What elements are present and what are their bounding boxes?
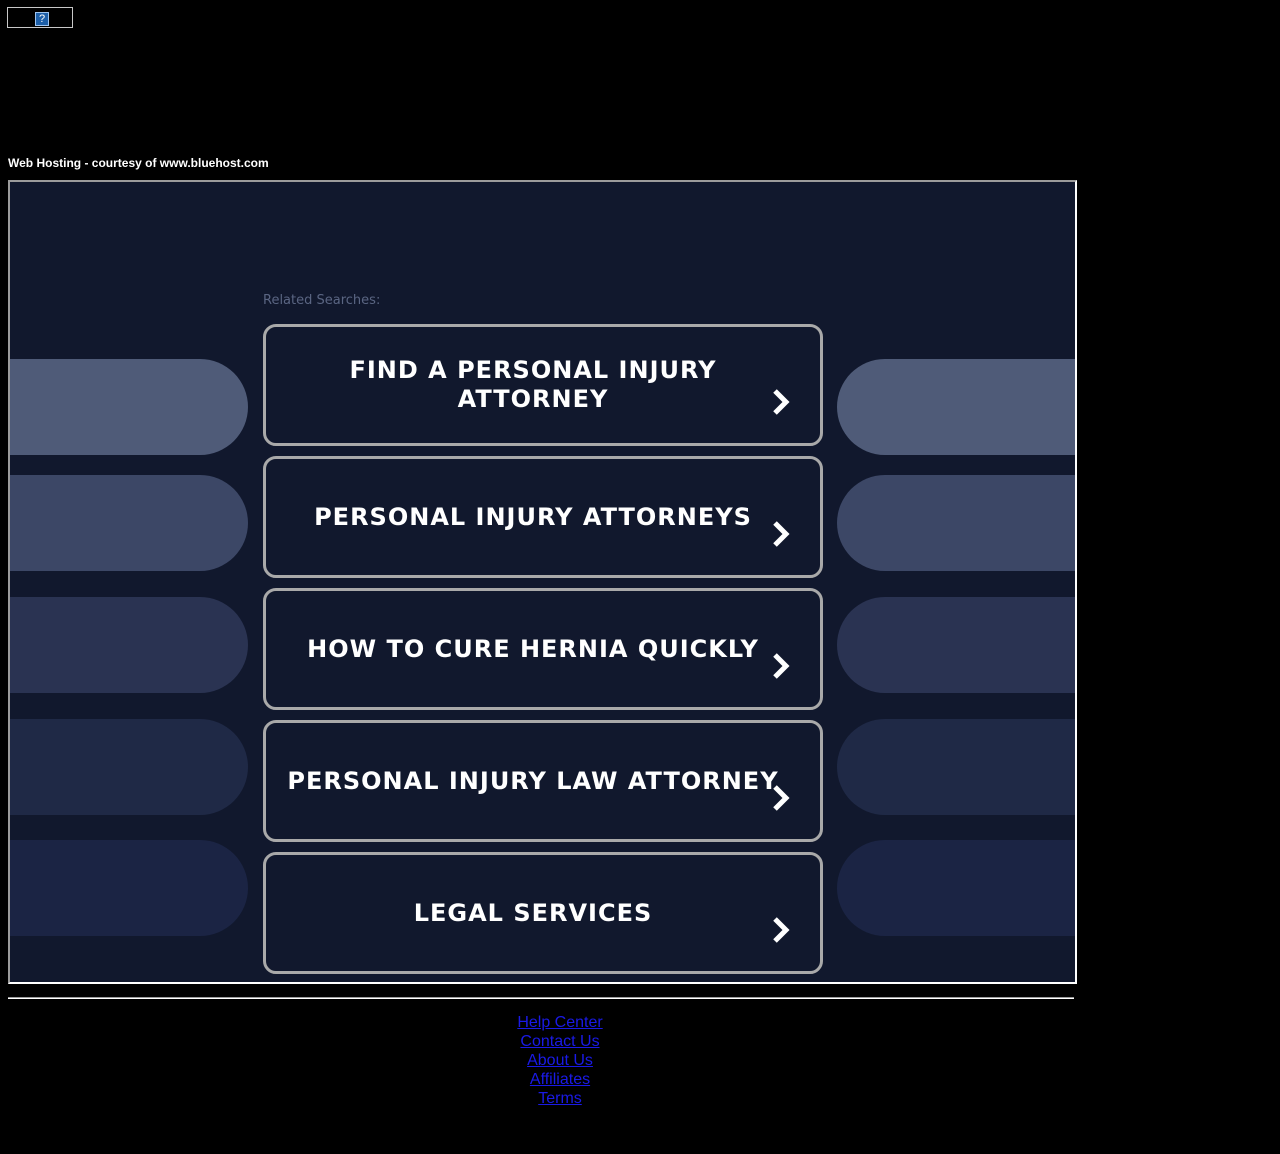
related-search-text: LEGAL SERVICES — [413, 898, 653, 927]
decor-pill-left-5 — [10, 840, 248, 936]
affiliates-link[interactable]: Affiliates — [460, 1070, 660, 1089]
decor-pill-left-1 — [10, 359, 248, 455]
chevron-right-icon — [773, 917, 790, 943]
related-search-link[interactable]: FIND A PERSONAL INJURY ATTORNEY — [263, 324, 823, 446]
related-search-link[interactable]: HOW TO CURE HERNIA QUICKLY — [263, 588, 823, 710]
related-search-text: PERSONAL INJURY LAW ATTORNEY — [287, 766, 779, 795]
about-us-link[interactable]: About Us — [460, 1051, 660, 1070]
terms-link[interactable]: Terms — [460, 1089, 660, 1108]
related-search-link[interactable]: PERSONAL INJURY ATTORNEYS — [263, 456, 823, 578]
related-search-text: FIND A PERSONAL INJURY ATTORNEY — [349, 356, 717, 413]
chevron-right-icon — [773, 785, 790, 811]
decor-pill-left-3 — [10, 597, 248, 693]
footer-links: Help Center Contact Us About Us Affiliat… — [460, 1013, 660, 1108]
decor-pill-right-1 — [837, 359, 1075, 455]
chevron-right-icon — [773, 653, 790, 679]
contact-us-link[interactable]: Contact Us — [460, 1032, 660, 1051]
divider — [8, 997, 1074, 999]
decor-pill-left-2 — [10, 475, 248, 571]
related-search-link[interactable]: PERSONAL INJURY LAW ATTORNEY — [263, 720, 823, 842]
parked-domain-frame: Related Searches: FIND A PERSONAL INJURY… — [8, 180, 1077, 984]
decor-pill-right-3 — [837, 597, 1075, 693]
decor-pill-right-4 — [837, 719, 1075, 815]
decor-pill-right-2 — [837, 475, 1075, 571]
hosting-credit: Web Hosting - courtesy of www.bluehost.c… — [8, 156, 269, 170]
decor-pill-left-4 — [10, 719, 248, 815]
chevron-right-icon — [773, 521, 790, 547]
related-search-text: PERSONAL INJURY ATTORNEYS — [314, 502, 752, 531]
decor-pill-right-5 — [837, 840, 1075, 936]
related-search-text: HOW TO CURE HERNIA QUICKLY — [307, 634, 759, 663]
help-center-link[interactable]: Help Center — [460, 1013, 660, 1032]
chevron-right-icon — [773, 389, 790, 415]
broken-image-icon: ? — [35, 12, 49, 26]
logo-placeholder[interactable]: ? — [7, 7, 73, 28]
related-searches-label: Related Searches: — [263, 293, 381, 308]
related-search-link[interactable]: LEGAL SERVICES — [263, 852, 823, 974]
